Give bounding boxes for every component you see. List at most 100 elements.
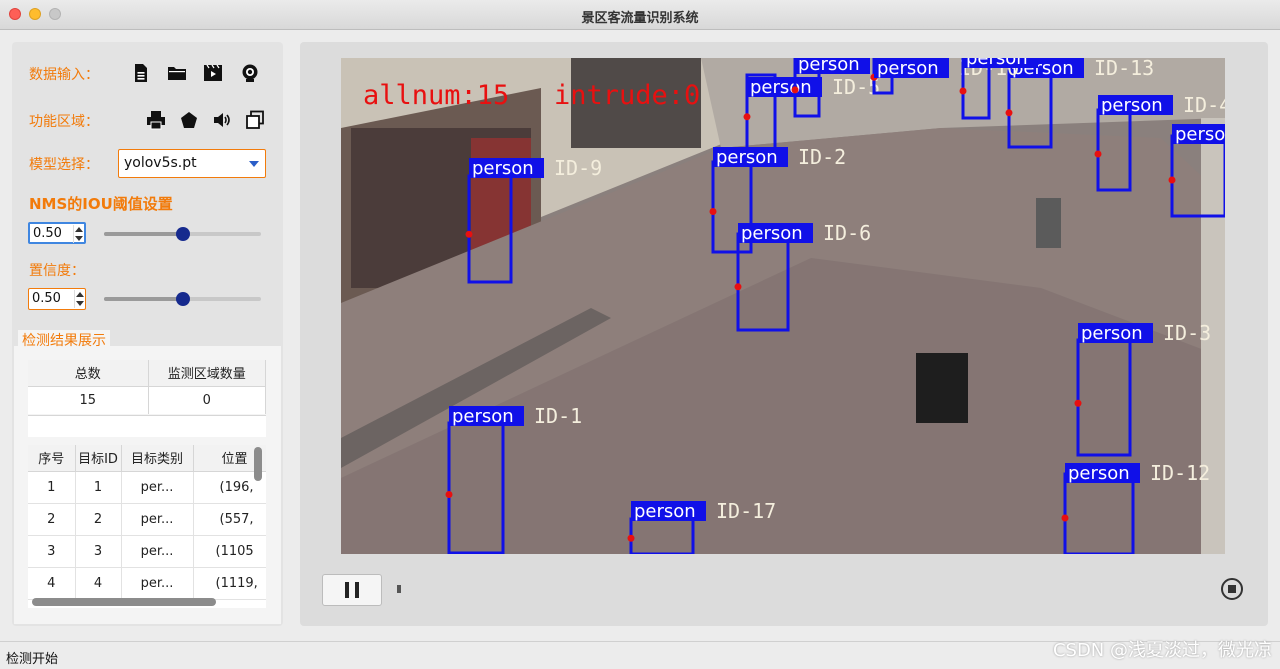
summary-table: 总数 监测区域数量 15 0 (28, 360, 266, 414)
spin-buttons[interactable] (74, 290, 84, 308)
detection-id-label: ID-4 (1183, 93, 1225, 117)
cell-category: per... (121, 535, 194, 568)
detection-id-label: ID-3 (1163, 321, 1211, 345)
speaker-icon[interactable] (211, 109, 233, 131)
cell-category: per... (121, 471, 194, 504)
pause-button[interactable] (322, 574, 382, 606)
detection-anchor-dot (1074, 399, 1082, 407)
watermark: CSDN @浅夏淡过，微光凉 (1052, 640, 1272, 661)
detection-class-label: person (452, 406, 514, 427)
playback-progress[interactable] (397, 585, 1207, 593)
detection-anchor-dot (959, 87, 967, 95)
pentagon-icon[interactable] (178, 109, 200, 131)
video-icon[interactable] (202, 62, 224, 84)
cell-index: 4 (28, 567, 76, 600)
confidence-spinbox-value: 0.50 (32, 291, 61, 306)
detection-box (467, 174, 513, 284)
copy-icon[interactable] (244, 109, 266, 131)
iou-slider-handle[interactable] (175, 227, 190, 241)
iou-spinbox[interactable]: 0.50 (28, 222, 86, 244)
cell-category: per... (121, 503, 194, 536)
detection-class-label: person (750, 77, 812, 98)
window-title: 景区客流量识别系统 (581, 11, 699, 26)
cell-index: 3 (28, 535, 76, 568)
table-row[interactable]: 4 4 per... (1119, (28, 567, 266, 600)
iou-threshold-label: NMS的IOU阈值设置 (29, 195, 173, 213)
spin-buttons[interactable] (73, 225, 83, 243)
iou-slider[interactable] (104, 227, 261, 241)
camera-icon[interactable] (239, 62, 261, 84)
detection-box (1007, 69, 1053, 149)
detection-anchor-dot (791, 86, 799, 94)
col-header-index[interactable]: 序号 (28, 445, 76, 472)
status-text: 检测开始 (6, 652, 59, 667)
stop-button[interactable] (1221, 578, 1243, 600)
detections-table-container[interactable]: 序号 目标ID 目标类别 位置 1 1 per... (196, 2 2 per… (28, 445, 266, 608)
cell-target-id: 3 (75, 535, 122, 568)
detection-anchor-dot (1094, 150, 1102, 158)
detection-box (1076, 338, 1132, 457)
table-horizontal-scrollbar[interactable] (32, 598, 216, 606)
detection-id-label: ID-12 (1150, 461, 1210, 485)
confidence-slider-handle[interactable] (175, 292, 190, 306)
spin-down-icon[interactable] (75, 236, 83, 241)
detection-class-label: person (1101, 95, 1163, 116)
cell-position: (1119, (193, 567, 266, 600)
detection-id-label: ID-17 (716, 499, 776, 523)
printer-icon[interactable] (145, 109, 167, 131)
cell-position: (557, (193, 503, 266, 536)
iou-slider-fill (104, 232, 183, 236)
confidence-slider[interactable] (104, 292, 261, 306)
detection-id-label: ID-6 (823, 221, 871, 245)
detection-anchor-dot (709, 208, 717, 215)
detection-box (1063, 472, 1135, 554)
cell-target-id: 4 (75, 567, 122, 600)
spin-up-icon[interactable] (75, 227, 83, 232)
folder-icon[interactable] (166, 62, 188, 84)
file-icon[interactable] (130, 62, 152, 84)
detection-class-label: person (798, 58, 860, 75)
cell-target-id: 1 (75, 471, 122, 504)
detection-anchor-dot (743, 113, 751, 121)
data-input-label: 数据输入： (29, 67, 99, 83)
detection-anchor-dot (1005, 109, 1013, 117)
app-window: 景区客流量识别系统 数据输入： 功能区域： 模型选择： yolov5s.pt N… (0, 0, 1280, 669)
summary-header-total: 总数 (28, 360, 149, 387)
table-row[interactable]: 3 3 per... (1105 (28, 535, 266, 568)
spin-down-icon[interactable] (76, 301, 84, 306)
summary-spacer (28, 415, 266, 437)
table-vertical-scrollbar[interactable] (254, 447, 262, 481)
detection-anchor-dot (1168, 176, 1176, 184)
table-row[interactable]: 1 1 per... (196, (28, 471, 266, 504)
detection-anchor-dot (445, 491, 453, 498)
detection-box (736, 232, 790, 332)
progress-handle[interactable] (397, 585, 401, 593)
detection-class-label: person (1081, 323, 1143, 344)
col-header-target-id[interactable]: 目标ID (75, 445, 122, 472)
pause-icon (345, 582, 349, 598)
cell-index: 1 (28, 471, 76, 504)
cell-index: 2 (28, 503, 76, 536)
detection-id-label: ID-13 (1094, 58, 1154, 80)
summary-zones-value: 0 (148, 386, 266, 414)
confidence-label: 置信度： (29, 263, 85, 279)
model-select[interactable]: yolov5s.pt (118, 149, 266, 178)
model-select-value: yolov5s.pt (124, 155, 197, 171)
detection-class-label: person (1068, 463, 1130, 484)
intrude-overlay: intrude:0 (554, 80, 701, 111)
detections-table: 序号 目标ID 目标类别 位置 1 1 per... (196, 2 2 per… (28, 445, 266, 600)
detection-id-label: ID-1 (534, 404, 582, 428)
cell-position: (1105 (193, 535, 266, 568)
detection-box (629, 517, 695, 554)
detection-class-label: person (472, 158, 534, 179)
spin-up-icon[interactable] (76, 292, 84, 297)
table-row[interactable]: 2 2 per... (557, (28, 503, 266, 536)
col-header-category[interactable]: 目标类别 (121, 445, 194, 472)
pause-icon (355, 582, 359, 598)
cell-category: per... (121, 567, 194, 600)
detection-class-label: person (1175, 124, 1225, 145)
confidence-spinbox[interactable]: 0.50 (28, 288, 86, 310)
summary-total-value: 15 (28, 386, 149, 414)
detection-id-label: ID-9 (554, 156, 602, 180)
detection-box (447, 421, 505, 554)
